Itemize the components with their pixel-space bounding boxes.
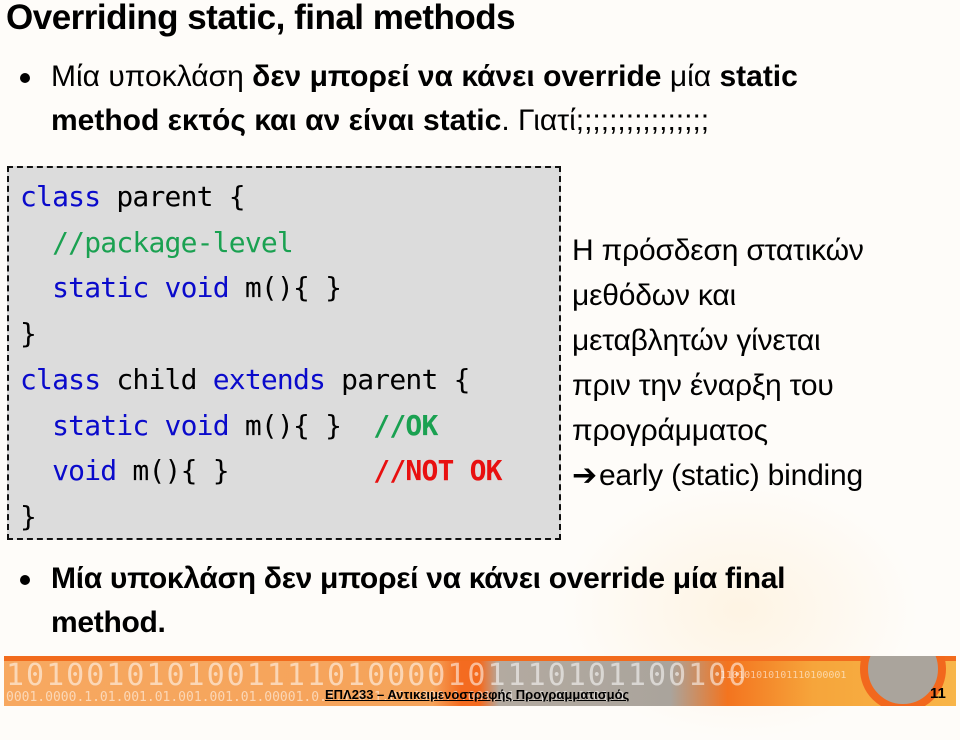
binary-pattern-right: 110101010101110100001: [720, 670, 847, 681]
code-line: static void m(){ }: [20, 265, 502, 311]
note-line: πριν την έναρξη του: [572, 369, 834, 402]
code-token: }: [20, 499, 37, 533]
text-run: Μία υποκλάση: [51, 60, 253, 93]
code-token: class: [20, 362, 101, 396]
bullet-dot-icon: [20, 575, 30, 585]
code-token: void: [52, 454, 117, 488]
text-run: δεν μπορεί να κάνει override: [252, 60, 670, 93]
code-token: //NOT OK: [373, 454, 502, 488]
page-number: 11: [930, 685, 946, 702]
code-line: //package-level: [20, 220, 502, 266]
code-listing: class parent { //package-level static vo…: [20, 174, 503, 540]
text-run: . Γιατί;;;;;;;;;;;;;;;;: [501, 104, 710, 137]
code-example-box: class parent { //package-level static vo…: [7, 166, 561, 540]
note-line: μεταβλητών γίνεται: [572, 324, 821, 357]
code-token: static void: [52, 271, 229, 305]
code-token: parent {: [100, 180, 245, 213]
conclusion-text: early (static) binding: [598, 459, 863, 492]
note-text: Η πρόσδεση στατικών μεθόδων και μεταβλητών…: [572, 228, 864, 453]
code-token: m(){ }: [228, 271, 342, 305]
text-run: method εκτός και αν είναι static: [51, 104, 502, 137]
code-token: //OK: [373, 408, 438, 442]
bullet1-line1: Μία υποκλάση δεν μπορεί να κάνει overrid…: [20, 55, 798, 99]
note-conclusion: ➔early (static) binding: [572, 453, 864, 498]
note-line: Η πρόσδεση στατικών: [572, 234, 864, 267]
bullet2-line1: Μία υποκλάση δεν μπορεί να κάνει overrid…: [51, 562, 786, 595]
course-title: ΕΠΛ233 – Αντικειμενοστρεφής Προγραμματισ…: [325, 687, 630, 702]
code-line: class child extends parent {: [20, 357, 502, 403]
code-line: }: [20, 311, 502, 357]
code-token: child: [100, 362, 213, 396]
code-line: class parent {: [20, 174, 502, 220]
code-token: static void: [52, 408, 229, 442]
slide-title: Overriding static, final methods: [6, 0, 516, 37]
text-run: μία: [669, 60, 720, 93]
bullet-static-override: Μία υποκλάση δεν μπορεί να κάνει overrid…: [20, 55, 798, 143]
note-line: προγράμματος: [572, 414, 768, 447]
code-line: void m(){ } //NOT OK: [20, 448, 502, 494]
code-line: static void m(){ } //OK: [20, 403, 502, 449]
note-line: μεθόδων και: [572, 279, 736, 312]
footer-banner: 1010010101001111010000101110101100100 00…: [0, 656, 960, 706]
bullet-final-override: Μία υποκλάση δεν μπορεί να κάνει overrid…: [20, 557, 786, 645]
code-token: }: [20, 317, 37, 351]
code-line: }: [20, 494, 502, 540]
right-arrow-icon: ➔: [572, 459, 597, 492]
code-token: class: [20, 180, 101, 213]
code-token: m(){ }: [116, 454, 374, 488]
code-token: m(){ }: [228, 408, 374, 442]
static-binding-note: Η πρόσδεση στατικών μεθόδων και μεταβλητών…: [572, 228, 864, 498]
code-token: extends: [212, 362, 326, 396]
bullet-dot-icon: [20, 73, 30, 83]
code-token: //package-level: [52, 225, 294, 259]
code-token: parent {: [325, 362, 470, 396]
bullet1-line2: method εκτός και αν είναι static. Γιατί;…: [20, 99, 798, 143]
bullet2-line2: method.: [51, 606, 166, 639]
text-run: static: [719, 60, 798, 93]
